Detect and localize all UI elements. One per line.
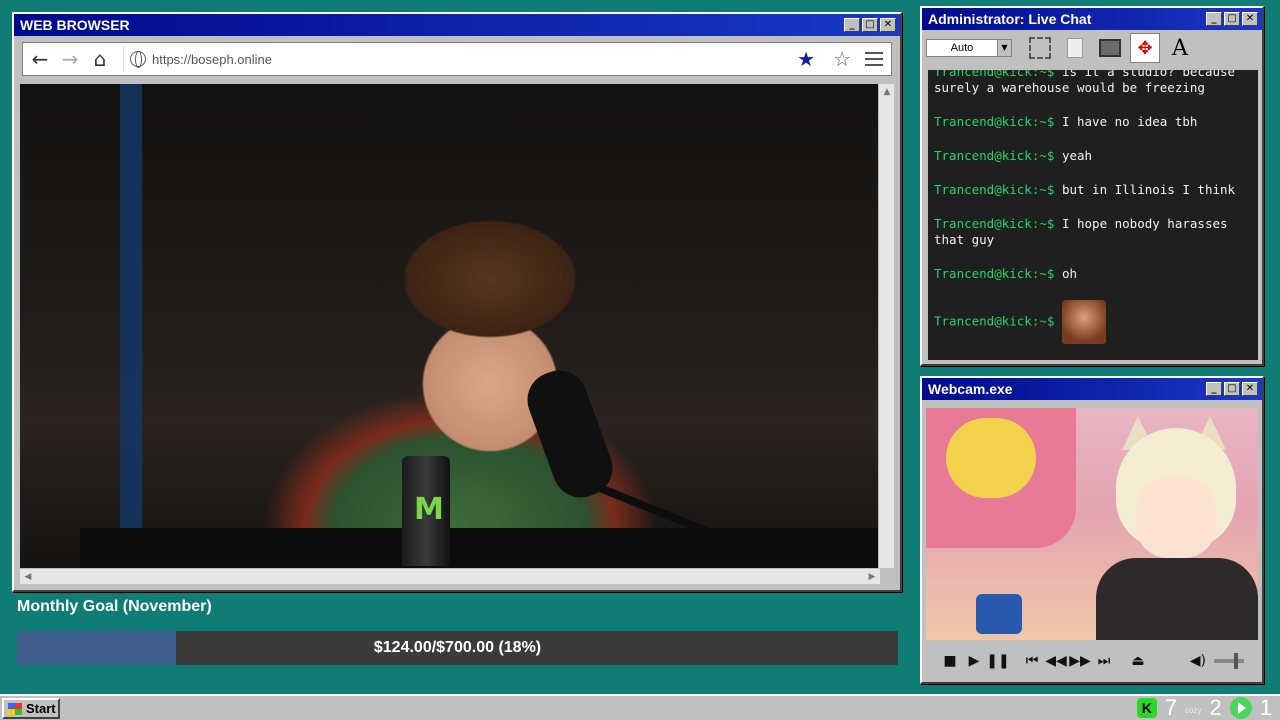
goal-progress-bar: $124.00/$700.00 (18%) [17,631,898,665]
chevron-down-icon[interactable]: ▼ [997,40,1011,56]
stop-icon[interactable]: ■ [938,653,962,669]
scroll-left-icon[interactable]: ◀ [22,571,34,583]
zoom-select[interactable]: Auto ▼ [926,39,1012,57]
chat-window: Administrator: Live Chat _ □ ✕ Auto ▼ ✥ … [920,6,1264,366]
maximize-button[interactable]: □ [862,18,878,32]
vertical-scrollbar[interactable]: ▲ [878,84,894,568]
webcam-title: Webcam.exe [928,381,1013,397]
avatar-body [1096,558,1258,640]
webcam-view [926,408,1258,640]
media-controls: ■ ▶ ❚❚ ⏮ ◀◀ ▶▶ ⏭ ⏏ ◀) [926,646,1258,676]
move-icon[interactable]: ✥ [1130,33,1160,63]
scene-pillar [120,84,142,568]
chat-message-text: but in Illinois I think [1061,182,1236,197]
bookmarked-star-icon[interactable]: ★ [797,47,815,71]
browser-window: WEB BROWSER _ □ ✕ ← → ⌂ https://boseph.o… [12,12,902,592]
speaker-icon[interactable]: ◀) [1190,653,1206,669]
hamburger-menu-icon[interactable] [865,48,883,70]
address-bar[interactable]: https://boseph.online [123,46,791,72]
minimize-button[interactable]: _ [1206,12,1222,26]
chat-title: Administrator: Live Chat [928,11,1092,27]
select-tool-icon[interactable] [1025,33,1055,63]
volume-slider[interactable] [1214,653,1244,669]
favorites-star-icon[interactable]: ☆ [833,47,851,71]
avatar-face [1136,478,1216,558]
minimize-button[interactable]: _ [844,18,860,32]
globe-icon [130,51,146,68]
chat-log[interactable]: Trancend@kick:~$ is it a studio? because… [928,70,1258,360]
chat-username[interactable]: Trancend@kick:~$ [934,266,1054,281]
chat-username[interactable]: Trancend@kick:~$ [934,148,1054,163]
cozy-viewer-count: 2 [1209,695,1222,720]
taskbar: Start K 7 cozy 2 1 [0,694,1280,720]
chat-username[interactable]: Trancend@kick:~$ [934,216,1054,231]
browser-navbar: ← → ⌂ https://boseph.online ★ ☆ [22,42,892,76]
chat-message: Trancend@kick:~$ [934,300,1252,344]
url-text: https://boseph.online [152,51,272,67]
chat-toolbar: Auto ▼ ✥ A [922,30,1262,66]
chat-username[interactable]: Trancend@kick:~$ [934,314,1054,329]
chat-username[interactable]: Trancend@kick:~$ [934,114,1054,129]
webcam-titlebar[interactable]: Webcam.exe _ □ ✕ [922,378,1262,400]
cozy-label: cozy [1185,705,1202,715]
goal-title: Monthly Goal (November) [17,598,212,615]
chat-message: Trancend@kick:~$ yeah [934,148,1252,164]
chat-message: Trancend@kick:~$ oh [934,266,1252,282]
system-tray: K 7 cozy 2 1 [1136,695,1272,720]
scene-energy-can [402,456,450,566]
skip-back-icon[interactable]: ⏮ [1020,653,1044,669]
browser-title: WEB BROWSER [20,17,130,33]
back-arrow-icon[interactable]: ← [27,46,53,72]
close-button[interactable]: ✕ [880,18,896,32]
chat-username[interactable]: Trancend@kick:~$ [934,182,1054,197]
forward-arrow-icon[interactable]: → [57,46,83,72]
zoom-select-value: Auto [950,42,974,54]
emote-icon [1061,300,1106,344]
close-button[interactable]: ✕ [1242,382,1258,396]
text-tool-icon[interactable]: A [1165,33,1195,63]
home-icon[interactable]: ⌂ [87,46,113,72]
close-button[interactable]: ✕ [1242,12,1258,26]
chat-message: Trancend@kick:~$ I hope nobody harasses … [934,216,1252,248]
scene-plush [946,418,1036,498]
play-viewer-count: 1 [1259,695,1272,720]
goal-progress-text: $124.00/$700.00 (18%) [373,639,542,656]
chat-username[interactable]: Trancend@kick:~$ [934,70,1054,79]
maximize-button[interactable]: □ [1224,12,1240,26]
webcam-window: Webcam.exe _ □ ✕ ■ ▶ ❚❚ ⏮ ◀◀ ▶▶ ⏭ ⏏ ◀) [920,376,1264,684]
kick-viewer-count: 7 [1164,695,1178,720]
fast-forward-icon[interactable]: ▶▶ [1068,653,1092,669]
chat-message-text: I have no idea tbh [1061,114,1198,129]
play-icon[interactable]: ▶ [962,653,986,669]
maximize-button[interactable]: □ [1224,382,1240,396]
play-platform-icon[interactable] [1229,697,1252,719]
scene-microphone [519,362,621,506]
rewind-icon[interactable]: ◀◀ [1044,653,1068,669]
scene-table [80,528,882,568]
scroll-up-icon[interactable]: ▲ [881,86,893,98]
chat-message-text: oh [1061,266,1078,281]
paste-icon[interactable] [1095,33,1125,63]
scene-mug [976,594,1022,634]
chat-message-text: yeah [1061,148,1093,163]
scroll-right-icon[interactable]: ▶ [866,571,878,583]
windows-logo-icon [8,702,22,715]
eject-icon[interactable]: ⏏ [1126,653,1150,669]
horizontal-scrollbar[interactable]: ◀ ▶ [20,568,880,584]
volume-control[interactable]: ◀) [1150,653,1258,669]
minimize-button[interactable]: _ [1206,382,1222,396]
chat-message: Trancend@kick:~$ is it a studio? because… [934,70,1252,96]
video-player[interactable] [20,84,882,568]
browser-titlebar[interactable]: WEB BROWSER _ □ ✕ [14,14,900,36]
start-label: Start [26,701,56,716]
chat-message: Trancend@kick:~$ but in Illinois I think [934,182,1252,198]
chat-titlebar[interactable]: Administrator: Live Chat _ □ ✕ [922,8,1262,30]
start-button[interactable]: Start [2,698,60,719]
pause-icon[interactable]: ❚❚ [986,653,1010,669]
copy-icon[interactable] [1060,33,1090,63]
kick-icon[interactable]: K [1136,698,1157,718]
chat-message: Trancend@kick:~$ I have no idea tbh [934,114,1252,130]
skip-forward-icon[interactable]: ⏭ [1092,653,1116,669]
